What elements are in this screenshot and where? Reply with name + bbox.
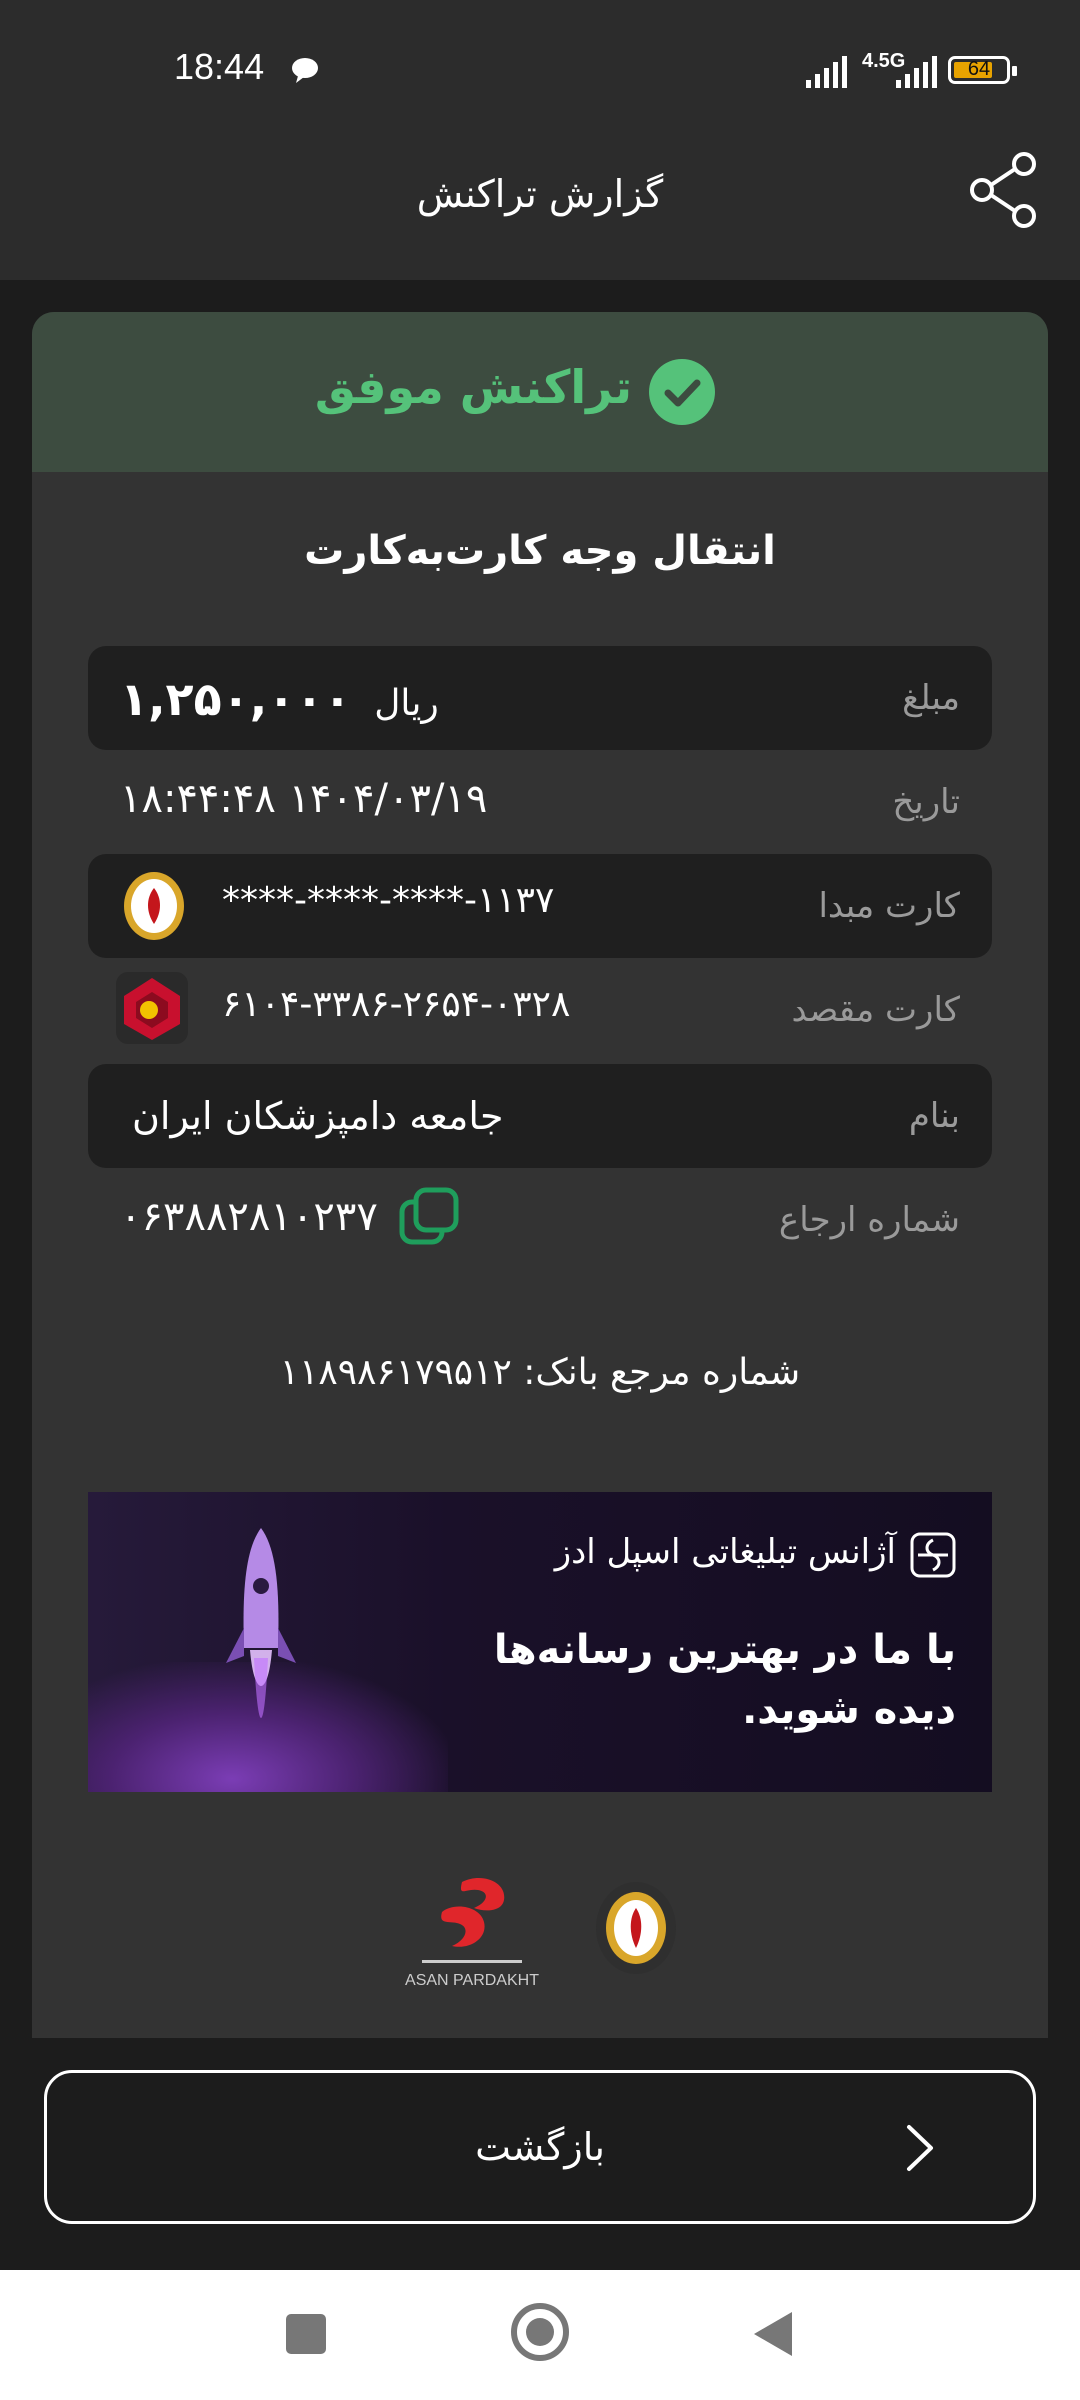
receipt-card: تراکنش موفق انتقال وجه کارت‌به‌کارت مبلغ… [32,312,1048,2038]
back-triangle-icon[interactable] [748,2308,798,2360]
bank-melli-logo [124,872,184,940]
back-button-label: بازگشت [475,2125,605,2169]
date-value: ۱۸:۴۴:۴۸ ۱۴۰۴/۰۳/۱۹ [120,776,488,822]
back-button[interactable]: بازگشت [44,2070,1036,2224]
success-banner: تراکنش موفق [32,312,1048,472]
recipient-name: جامعه دامپزشکان ایران [132,1094,504,1138]
date-row: تاریخ ۱۸:۴۴:۴۸ ۱۴۰۴/۰۳/۱۹ [88,750,992,854]
recipient-row: بنام جامعه دامپزشکان ایران [88,1064,992,1168]
destination-card-label: کارت مقصد [791,990,960,1030]
chat-icon [292,58,318,83]
page-title: گزارش تراکنش [416,172,664,216]
bank-mellat-logo [116,972,188,1044]
transaction-type: انتقال وجه کارت‌به‌کارت [304,528,776,574]
chevron-right-icon [907,2125,933,2171]
destination-card-row: کارت مقصد ۶۱۰۴-۳۳۸۶-۲۶۵۴-۰۳۲۸ [88,958,992,1062]
reference-label: شماره ارجاع [778,1200,960,1240]
source-card-number: ****-****-****-۱۱۳۷ [222,880,555,921]
amount-row: مبلغ ریال ۱,۲۵۰,۰۰۰ [88,646,992,750]
status-time: 18:44 [174,46,265,87]
ad-agency-name: آژانس تبلیغاتی اسپل ادز [554,1532,896,1572]
battery-level: 64 [967,58,991,80]
spell-ads-logo [910,1532,956,1578]
battery-icon: 64 [948,56,1017,84]
source-card-label: کارت مبدا [818,886,960,926]
bank-reference: شماره مرجع بانک: ۱۱۸۹۸۶۱۷۹۵۱۲ [279,1352,801,1393]
amount-value-group: ریال ۱,۲۵۰,۰۰۰ [120,672,439,726]
status-bar: 18:44 4.5G 64 [0,0,1080,140]
reference-number: ۰۶۳۸۸۲۸۱۰۲۳۷ [120,1194,378,1240]
square-nav-icon[interactable] [280,2308,332,2360]
home-circle-icon[interactable] [508,2300,572,2364]
check-circle-icon [649,359,715,425]
network-type: 4.5G [862,50,906,72]
date-label: تاریخ [892,782,960,822]
asan-pardakht-label: ASAN PARDAKHT [405,1972,539,1989]
source-card-row: کارت مبدا ****-****-****-۱۱۳۷ [88,854,992,958]
ad-slogan: با ما در بهترین رسانه‌ها دیده شوید. [493,1627,956,1733]
amount-value: ۱,۲۵۰,۰۰۰ [120,672,352,726]
amount-unit: ریال [374,683,439,724]
bank-melli-footer-logo [596,1882,676,1974]
share-icon[interactable] [968,152,1038,228]
amount-label: مبلغ [902,678,960,718]
destination-card-number: ۶۱۰۴-۳۳۸۶-۲۶۵۴-۰۳۲۸ [222,984,571,1025]
reference-row: شماره ارجاع ۰۶۳۸۸۲۸۱۰۲۳۷ [88,1168,992,1272]
system-nav-bar [0,2270,1080,2400]
ad-banner[interactable]: آژانس تبلیغاتی اسپل ادز با ما در بهترین … [88,1492,992,1792]
app-header: گزارش تراکنش [0,140,1080,280]
rocket-illustration [226,1528,296,1718]
copy-icon[interactable] [398,1186,460,1248]
recipient-label: بنام [908,1096,960,1136]
status-text: تراکنش موفق [314,360,632,414]
